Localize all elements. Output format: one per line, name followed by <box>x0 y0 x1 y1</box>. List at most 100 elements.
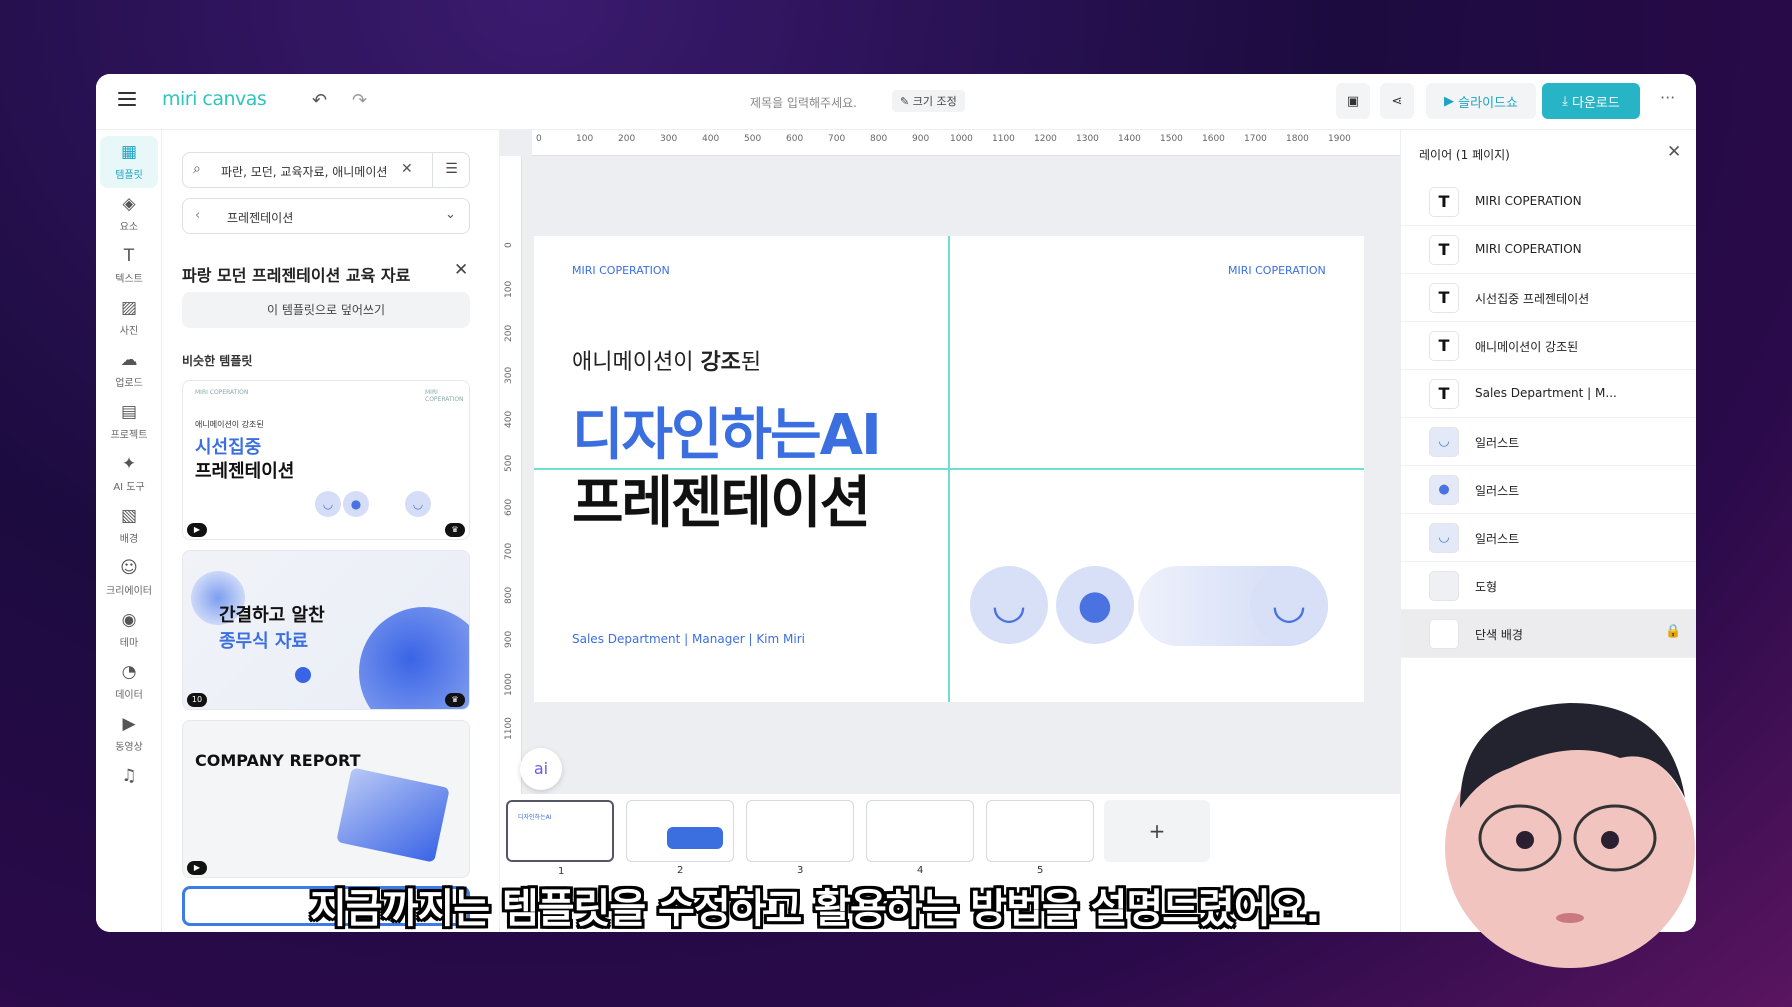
ruler-tick: 100 <box>576 134 594 144</box>
slideshow-button[interactable]: ▶ 슬라이드쇼 <box>1426 83 1536 119</box>
horizontal-ruler: 0 100 200 300 400 500 600 700 800 900 10… <box>532 130 1400 156</box>
lock-icon[interactable]: 🔒 <box>1665 624 1681 639</box>
thumb-preview: 디자인하는AI <box>518 814 552 821</box>
rail-item-template[interactable]: ▦ 템플릿 <box>100 136 158 188</box>
layer-row[interactable]: T MIRI COPERATION <box>1401 226 1696 274</box>
rail-item-photo[interactable]: ▨ 사진 <box>100 292 158 344</box>
slide-subtitle[interactable]: 애니메이션이 강조된 <box>572 344 761 376</box>
vertical-ruler: 0 100 200 300 400 500 600 700 800 900 10… <box>500 156 522 876</box>
rail-item-ai-tools[interactable]: ✦ AI 도구 <box>100 448 158 500</box>
back-icon[interactable]: ‹ <box>195 208 200 223</box>
category-select[interactable]: ‹ 프레젠테이션 ⌄ <box>182 198 470 234</box>
ruler-tick: 500 <box>504 454 514 472</box>
template-card[interactable]: 간결하고 알찬 종무식 자료 10 ♛ <box>182 550 470 710</box>
page-thumbnail[interactable]: 디자인하는AI 1 <box>506 800 614 877</box>
page-number: 4 <box>917 865 924 876</box>
smile-illustration[interactable]: ◡ <box>970 566 1048 644</box>
layer-row[interactable]: 단색 배경 🔒 <box>1401 610 1696 658</box>
layer-row[interactable]: T 시선집중 프레젠테이션 <box>1401 274 1696 322</box>
ruler-tick: 200 <box>618 134 636 144</box>
wink-illustration-icon: ◡ <box>1429 523 1459 553</box>
layer-name: 단색 배경 <box>1475 628 1523 642</box>
rail-item-creator[interactable]: ☺ 크리에이터 <box>100 552 158 604</box>
search-icon: ⌕ <box>193 161 201 177</box>
undo-icon[interactable]: ↶ <box>312 90 327 111</box>
page-thumbnail[interactable]: 3 <box>746 800 854 876</box>
video-caption: 지금까지는 템플릿을 수정하고 활용하는 방법을 설명드렸어요. <box>310 886 1321 932</box>
slide-brand-left[interactable]: MIRI COPERATION <box>572 264 670 277</box>
share-icon[interactable]: ⋖ <box>1380 83 1414 119</box>
rail-label: 요소 <box>119 222 139 233</box>
text-layer-icon: T <box>1429 235 1459 265</box>
document-title-input[interactable]: 제목을 입력해주세요. <box>750 94 857 111</box>
rail-item-music[interactable]: ♫ <box>100 760 158 812</box>
smile-illustration: ◡ <box>315 491 341 517</box>
resize-button[interactable]: ✎ 크기 조정 <box>892 90 965 112</box>
rail-item-upload[interactable]: ☁ 업로드 <box>100 344 158 396</box>
photo-icon: ▨ <box>120 298 138 318</box>
ruler-tick: 1400 <box>1118 134 1141 144</box>
layer-row[interactable]: ◡ 일러스트 <box>1401 514 1696 562</box>
pencil-icon: ✎ <box>900 95 913 108</box>
clear-search-icon[interactable]: ✕ <box>401 161 413 177</box>
search-box[interactable]: ⌕ 파란, 모던, 교육자료, 애니메이션 ✕ <box>182 152 470 188</box>
more-icon[interactable]: ··· <box>1660 88 1675 107</box>
add-page-button[interactable]: + <box>1104 800 1210 862</box>
page-number: 3 <box>797 865 804 876</box>
rail-item-data[interactable]: ◔ 데이터 <box>100 656 158 708</box>
chevron-down-icon: ⌄ <box>445 207 456 222</box>
overwrite-template-button[interactable]: 이 템플릿으로 덮어쓰기 <box>182 292 470 328</box>
text-layer-icon: T <box>1429 283 1459 313</box>
project-icon: ▤ <box>120 402 138 422</box>
rail-item-theme[interactable]: ◉ 테마 <box>100 604 158 656</box>
ruler-tick: 1200 <box>1034 134 1057 144</box>
layer-row[interactable]: ◡ 일러스트 <box>1401 418 1696 466</box>
data-icon: ◔ <box>121 662 137 682</box>
template-card[interactable]: COMPANY REPORT ▶ <box>182 720 470 878</box>
layer-row[interactable]: T MIRI COPERATION <box>1401 178 1696 226</box>
layer-row[interactable]: T 애니메이션이 강조된 <box>1401 322 1696 370</box>
ai-tools-icon: ✦ <box>121 454 137 474</box>
slide-canvas[interactable]: MIRI COPERATION MIRI COPERATION 애니메이션이 강… <box>534 236 1364 702</box>
rail-item-project[interactable]: ▤ 프로젝트 <box>100 396 158 448</box>
template-panel: ⌕ 파란, 모던, 교육자료, 애니메이션 ✕ ☰ ‹ 프레젠테이션 ⌄ 파랑 … <box>162 130 500 932</box>
layer-row[interactable]: 도형 <box>1401 562 1696 610</box>
slide-headline-2[interactable]: 프레젠테이션 <box>572 458 871 539</box>
rail-item-background[interactable]: ▧ 배경 <box>100 500 158 552</box>
ruler-tick: 700 <box>504 542 514 560</box>
layer-name: Sales Department | M... <box>1475 386 1617 400</box>
avatar-eye <box>1601 831 1619 849</box>
redo-icon[interactable]: ↷ <box>352 90 367 111</box>
filter-icon[interactable]: ☰ <box>432 152 470 188</box>
download-button[interactable]: ⤓ 다운로드 <box>1542 83 1640 119</box>
close-icon[interactable]: ✕ <box>454 260 468 280</box>
layer-row[interactable]: ● 일러스트 <box>1401 466 1696 514</box>
menu-icon[interactable] <box>118 92 136 106</box>
surprised-illustration[interactable]: ● <box>1056 566 1134 644</box>
layer-row[interactable]: T Sales Department | M... <box>1401 370 1696 418</box>
template-card[interactable]: MIRI COPERATION MIRI COPERATION 애니메이션이 강… <box>182 380 470 540</box>
rail-label: 업로드 <box>115 378 143 389</box>
rail-item-elements[interactable]: ◈ 요소 <box>100 188 158 240</box>
layer-name: 애니메이션이 강조된 <box>1475 340 1579 354</box>
rail-item-video[interactable]: ▶ 동영상 <box>100 708 158 760</box>
animated-badge-icon: ▶ <box>187 861 207 875</box>
slide-footer[interactable]: Sales Department | Manager | Kim Miri <box>572 632 805 646</box>
card-line1: 간결하고 알찬 <box>219 605 325 626</box>
page-thumbnail[interactable]: 2 <box>626 800 734 876</box>
ai-assistant-button[interactable]: ai <box>520 748 562 790</box>
page-thumbnail[interactable]: 5 <box>986 800 1094 876</box>
upload-icon: ☁ <box>120 350 138 370</box>
slide-brand-right[interactable]: MIRI COPERATION <box>1228 264 1326 277</box>
text-layer-icon: T <box>1429 379 1459 409</box>
card-line1: 애니메이션이 강조된 <box>195 420 264 429</box>
play-icon: ▶ <box>1444 93 1459 109</box>
rail-item-text[interactable]: T 텍스트 <box>100 240 158 292</box>
surprised-illustration: ● <box>343 491 369 517</box>
search-input[interactable]: 파란, 모던, 교육자료, 애니메이션 <box>221 163 387 180</box>
wink-illustration[interactable]: ◡ <box>1250 566 1328 644</box>
save-icon[interactable]: ▣ <box>1336 83 1370 119</box>
close-icon[interactable]: ✕ <box>1667 142 1681 162</box>
app-logo[interactable]: miri canvas <box>162 88 267 110</box>
page-thumbnail[interactable]: 4 <box>866 800 974 876</box>
